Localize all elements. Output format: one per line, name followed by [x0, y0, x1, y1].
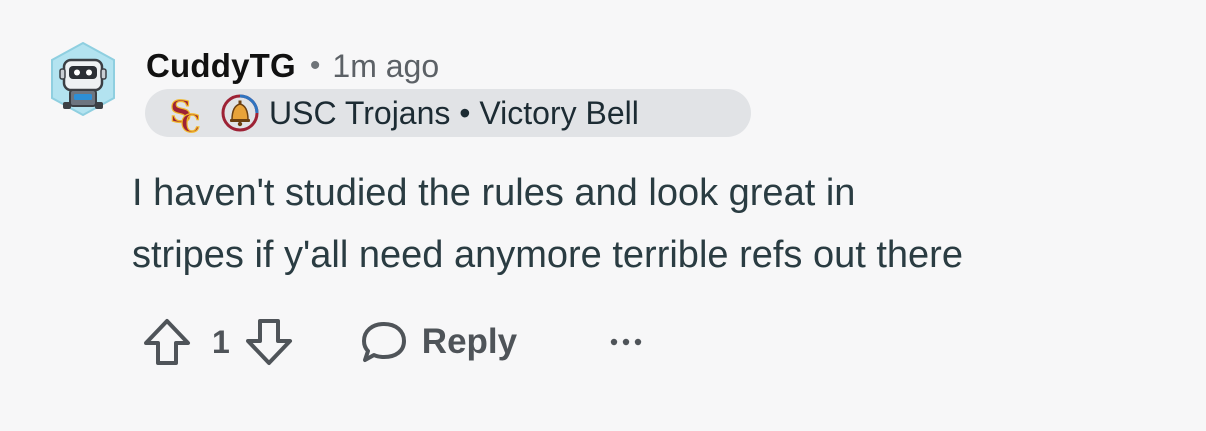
more-options-icon [610, 338, 642, 346]
downvote-button[interactable] [244, 316, 294, 368]
comment-body: I haven't studied the rules and look gre… [132, 162, 1182, 286]
upvote-button[interactable] [142, 316, 192, 368]
svg-text:C: C [181, 109, 200, 134]
comment: CuddyTG • 1m ago S C USC Trojans • Victo… [0, 0, 1206, 431]
victory-bell-icon [219, 92, 261, 134]
timestamp[interactable]: 1m ago [332, 48, 439, 85]
comment-body-line: I haven't studied the rules and look gre… [132, 172, 856, 214]
usc-sc-logo-icon: S C [165, 92, 207, 134]
upvote-arrow-icon [144, 319, 190, 365]
user-flair[interactable]: S C USC Trojans • Victory Bell [145, 89, 751, 137]
flair-text: USC Trojans • Victory Bell [269, 94, 639, 131]
vote-count: 1 [212, 323, 230, 360]
downvote-arrow-icon [245, 319, 292, 365]
username-link[interactable]: CuddyTG [146, 47, 296, 85]
robot-avatar-icon [51, 41, 115, 117]
reply-label: Reply [421, 322, 518, 361]
comment-body-line: stripes if y'all need anymore terrible r… [132, 234, 963, 276]
comment-header: CuddyTG • 1m ago [146, 44, 439, 88]
user-avatar[interactable] [50, 41, 116, 117]
more-options-button[interactable] [609, 336, 643, 348]
separator-dot: • [309, 49, 321, 82]
reply-button[interactable]: Reply [360, 319, 517, 365]
speech-bubble-icon [361, 322, 406, 362]
comment-actions: 1 Reply [142, 314, 643, 370]
